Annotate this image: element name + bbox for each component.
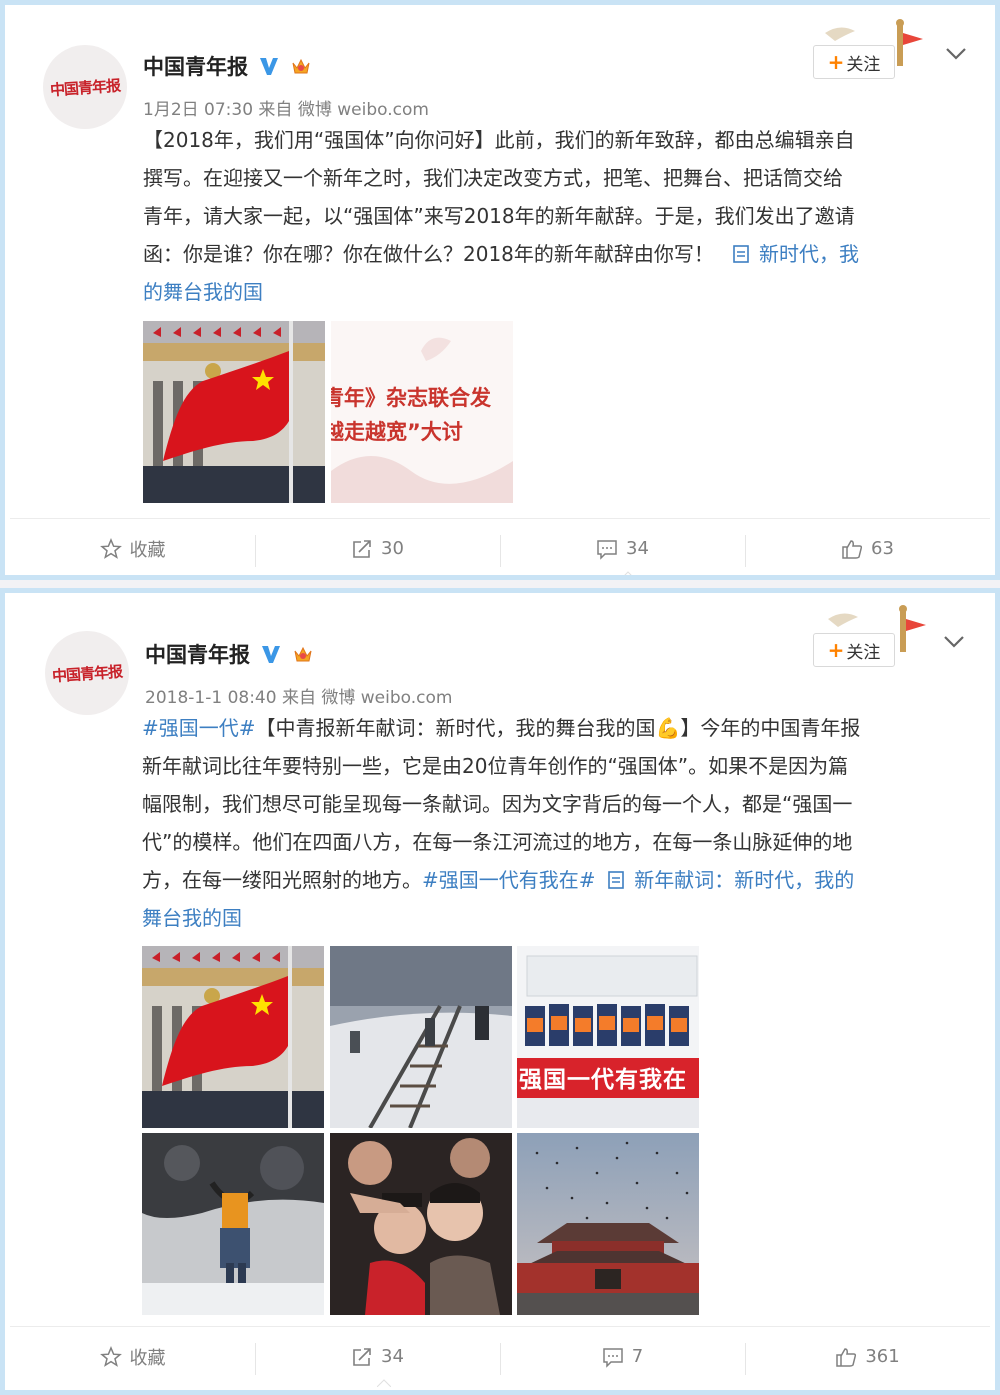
chevron-down-icon[interactable] [943,635,965,649]
favorite-button[interactable]: 收藏 [10,531,255,567]
favorite-label: 收藏 [129,1347,166,1369]
favorite-button[interactable]: 收藏 [10,1339,255,1375]
star-icon [99,537,122,559]
hashtag-link[interactable]: #强国一代有我在# [422,868,596,892]
comment-button[interactable]: 7 [500,1339,745,1375]
verified-v-icon [260,58,278,75]
thumbs-up-icon [836,1347,857,1367]
repost-icon [353,539,371,558]
text-line: 新年献词比往年要特别一些，它是由20位青年创作的“强国体”。如果不是因为篇 [142,754,849,778]
like-button[interactable]: 361 [745,1339,990,1375]
comment-count: 34 [626,538,649,559]
username[interactable]: 中国青年报 [145,639,250,669]
repost-button[interactable]: 30 [255,531,500,567]
post-meta[interactable]: 1月2日 07:30 来自 微博 weibo.com [143,95,429,120]
repost-count: 30 [381,538,404,559]
text-segment: 【中青报新年献词：新时代，我的舞台我的国 [255,716,656,740]
banner-text: 强国一代有我在 [519,1067,687,1093]
comment-button[interactable]: 34 [500,531,745,567]
like-button[interactable]: 63 [745,531,990,567]
avatar[interactable]: 中国青年报 [43,45,127,129]
article-link[interactable]: 新年献词：新时代，我的 [608,868,854,892]
weibo-post-2: 中国青年报 中国青年报 2018-1-1 08:40 来自 微博 weibo.c… [0,588,1000,1395]
text-line: 舞台我的国 [142,899,860,937]
star-icon [99,1345,122,1367]
railway-snow-workers-photo[interactable] [330,946,512,1128]
crown-badge-icon[interactable] [292,643,314,665]
text-line: 函：你是谁？你在哪？你在做什么？2018年的新年献辞由你写！ 新时代，我 [143,235,859,273]
group-banner-photo[interactable]: 强国一代有我在 [517,946,699,1128]
username[interactable]: 中国青年报 [143,51,248,81]
hashtag-link[interactable]: #强国一代# [142,716,256,740]
like-count: 63 [871,538,894,559]
repost-button[interactable]: 34 [255,1339,500,1375]
follow-label: 关注 [846,642,881,663]
favorite-label: 收藏 [129,539,166,561]
text-line: 撰写。在迎接又一个新年之时，我们决定改变方式，把笔、把舞台、把话筒交给 [143,166,843,190]
name-row: 中国青年报 [143,51,312,81]
follow-button[interactable]: + 关注 [813,45,895,79]
text-line: 幅限制，我们想尽可能呈现每一条献词。因为文字背后的每一个人，都是“强国一 [142,792,853,816]
comment-icon [597,539,617,560]
article-link-text: 新时代，我 [758,242,859,266]
article-link-continued[interactable]: 的舞台我的国 [143,280,263,304]
plus-icon: + [827,638,845,662]
avatar-logo-text: 中国青年报 [49,76,121,99]
text-line: #强国一代#【中青报新年献词：新时代，我的舞台我的国💪】今年的中国青年报 [142,709,860,747]
text-segment: 函：你是谁？你在哪？你在做什么？2018年的新年献辞由你写！ [143,242,714,266]
text-line: 代”的模样。他们在四面八方，在每一条江河流过的地方，在每一条山脉延伸的地 [142,830,853,854]
text-line: 方，在每一缕阳光照射的地方。#强国一代有我在# 新年献词：新时代，我的 [142,861,860,899]
muscle-emoji-icon: 💪 [655,716,681,740]
text-segment: 】今年的中国青年报 [680,716,861,740]
post-meta[interactable]: 2018-1-1 08:40 来自 微博 weibo.com [145,683,452,708]
text-segment: 方，在每一缕阳光照射的地方。 [142,868,422,892]
text-line: 【2018年，我们用“强国体”向你问好】此前，我们的新年致辞，都由总编辑亲自 [143,128,855,152]
avatar[interactable]: 中国青年报 [45,631,129,715]
follow-label: 关注 [846,54,881,75]
worker-repairing-photo[interactable] [142,1133,324,1315]
article-icon [733,245,749,263]
post-text: #强国一代#【中青报新年献词：新时代，我的舞台我的国💪】今年的中国青年报 新年献… [142,709,860,937]
tiananmen-birds-photo[interactable] [517,1133,699,1315]
article-link-text: 新年献词：新时代，我的 [634,868,855,892]
comment-caret-icon [624,571,632,575]
article-link[interactable]: 新时代，我 [733,242,859,266]
thumbs-up-icon [842,539,863,559]
text-line: 的舞台我的国 [143,273,859,311]
saluting-crowd-photo[interactable] [330,1133,512,1315]
comment-count: 7 [631,1346,644,1367]
flag-raising-photo[interactable] [143,321,325,503]
article-link-continued[interactable]: 舞台我的国 [142,906,242,930]
repost-caret-icon [377,1379,391,1387]
name-row: 中国青年报 [145,639,314,669]
poster-line: 越走越宽”大讨 [331,420,463,444]
like-count: 361 [865,1346,900,1367]
article-icon [608,871,625,889]
event-poster-image[interactable]: 青年》杂志联合发 越走越宽”大讨 [331,321,513,503]
post-text: 【2018年，我们用“强国体”向你问好】此前，我们的新年致辞，都由总编辑亲自 撰… [143,121,859,311]
action-bar: 收藏 34 7 361 [10,1326,990,1386]
flag-raising-photo[interactable] [142,946,324,1128]
verified-v-icon [262,646,280,663]
text-line: 青年，请大家一起，以“强国体”来写2018年的新年献辞。于是，我们发出了邀请 [143,204,855,228]
chevron-down-icon[interactable] [945,47,967,61]
crown-badge-icon[interactable] [290,55,312,77]
action-bar: 收藏 30 34 63 [10,518,990,575]
poster-line: 青年》杂志联合发 [331,386,491,410]
avatar-logo-text: 中国青年报 [51,662,123,685]
comment-icon [603,1347,623,1368]
poster-text: 青年》杂志联合发 越走越宽”大讨 [331,381,513,449]
plus-icon: + [827,50,845,74]
weibo-post-1: 中国青年报 中国青年报 1月2日 07:30 来自 微博 weibo.com +… [0,0,1000,580]
repost-icon [353,1347,371,1366]
repost-count: 34 [381,1346,404,1367]
follow-button[interactable]: + 关注 [813,633,895,667]
